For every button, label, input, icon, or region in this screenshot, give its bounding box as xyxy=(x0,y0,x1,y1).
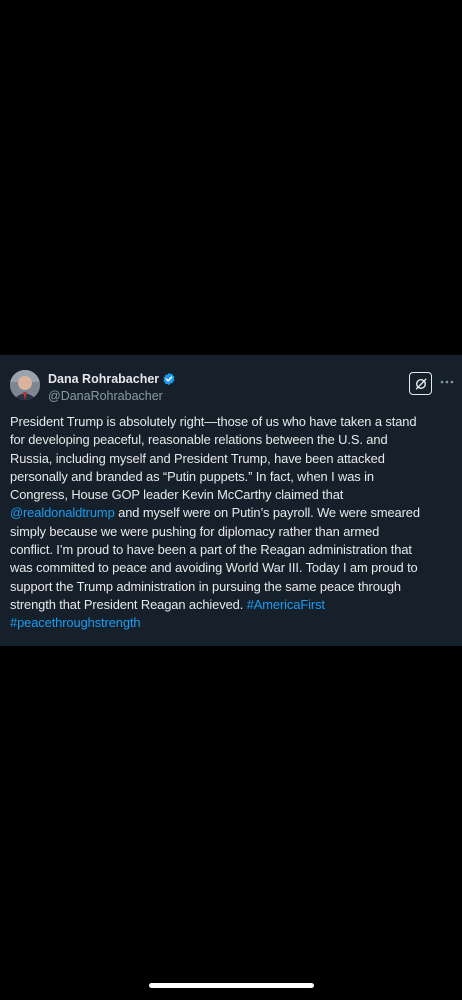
tweet-text-segment: personally and branded as “Putin puppets… xyxy=(10,468,374,484)
tweet-text-line: conflict. I’m proud to have been a part … xyxy=(10,541,456,559)
tweet-text-segment: strength that President Reagan achieved. xyxy=(10,596,247,612)
avatar-image xyxy=(10,370,40,400)
tweet-text-line: President Trump is absolutely right—thos… xyxy=(10,413,456,431)
avatar[interactable] xyxy=(10,370,40,400)
tweet-text-segment: and myself were on Putin’s payroll. We w… xyxy=(114,505,420,521)
tweet-text: President Trump is absolutely right—thos… xyxy=(10,413,456,633)
tweet-card: Dana Rohrabacher @DanaRohrabacher Presid… xyxy=(0,355,462,646)
mention-link[interactable]: @realdonaldtrump xyxy=(10,505,115,520)
tweet-text-line: Russia, including myself and President T… xyxy=(10,450,456,468)
tweet-text-segment: Congress, House GOP leader Kevin McCarth… xyxy=(10,487,344,503)
tweet-text-line: @realdonaldtrump and myself were on Puti… xyxy=(10,504,456,522)
tweet-text-segment: conflict. I’m proud to have been a part … xyxy=(10,542,412,558)
tweet-text-segment: support the Trump administration in purs… xyxy=(10,578,401,594)
tweet-text-line: strength that President Reagan achieved.… xyxy=(10,596,456,614)
hashtag-link[interactable]: #AmericaFirst xyxy=(247,597,325,612)
tweet-text-segment: was committed to peace and avoiding Worl… xyxy=(10,560,418,576)
tweet-text-line: #peacethroughstrength xyxy=(10,614,456,632)
tweet-text-line: for developing peaceful, reasonable rela… xyxy=(10,431,456,449)
author-display-name[interactable]: Dana Rohrabacher xyxy=(48,372,159,386)
tweet-text-line: Congress, House GOP leader Kevin McCarth… xyxy=(10,486,456,504)
tweet-text-line: support the Trump administration in purs… xyxy=(10,578,456,596)
more-options-button[interactable] xyxy=(440,375,454,389)
tweet-text-segment: simply because we were pushing for diplo… xyxy=(10,523,380,539)
tweet-text-line: was committed to peace and avoiding Worl… xyxy=(10,559,456,577)
tweet-text-segment: for developing peaceful, reasonable rela… xyxy=(10,432,388,448)
author-handle[interactable]: @DanaRohrabacher xyxy=(48,389,176,403)
tweet-text-line: personally and branded as “Putin puppets… xyxy=(10,468,456,486)
more-horizontal-icon xyxy=(440,380,454,384)
hashtag-link[interactable]: #peacethroughstrength xyxy=(10,615,141,630)
author-info[interactable]: Dana Rohrabacher @DanaRohrabacher xyxy=(48,370,176,403)
tweet-text-segment: President Trump is absolutely right—thos… xyxy=(10,414,417,429)
grok-icon xyxy=(415,378,426,389)
verified-badge-icon xyxy=(163,372,175,386)
tweet-text-line: simply because we were pushing for diplo… xyxy=(10,523,456,541)
home-indicator[interactable] xyxy=(149,983,314,988)
tweet-text-segment: Russia, including myself and President T… xyxy=(10,450,385,466)
grok-button[interactable] xyxy=(409,372,432,395)
